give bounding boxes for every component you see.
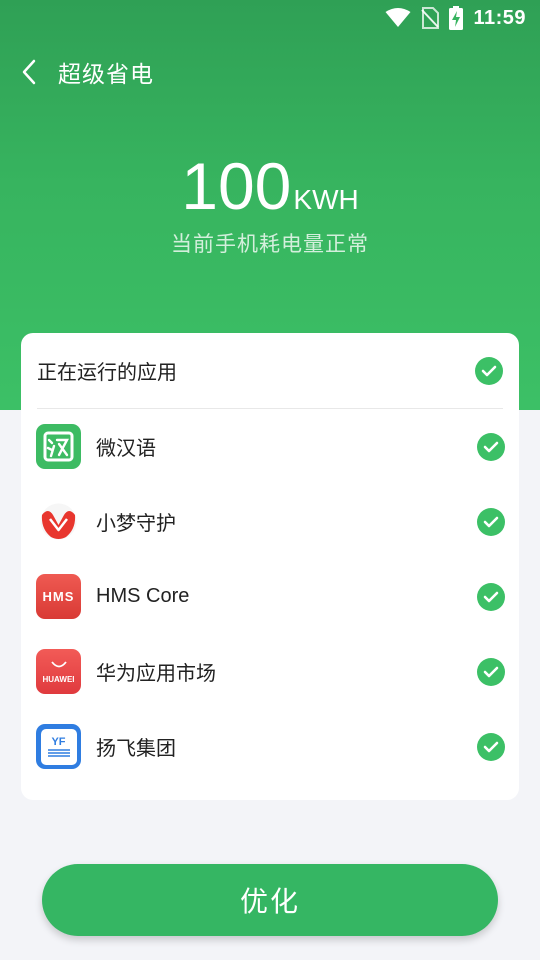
app-name: 微汉语	[96, 438, 156, 460]
no-sim-icon	[421, 7, 440, 29]
status-time: 11:59	[473, 6, 526, 29]
app-row[interactable]: YF 扬飞集团	[36, 709, 505, 784]
app-row[interactable]: HMS HMS Core	[36, 559, 505, 634]
power-usage: 100KWH	[0, 148, 540, 224]
weihanyu-app-icon	[36, 424, 81, 469]
app-check-icon[interactable]	[477, 582, 505, 611]
app-row[interactable]: 微汉语	[36, 409, 505, 484]
running-apps-card: 正在运行的应用 微汉语 小梦守护 HMS HMS Core HUAWEI 华为应…	[21, 333, 519, 800]
select-all-check-icon[interactable]	[475, 356, 503, 385]
yangfei-app-icon: YF	[36, 724, 81, 769]
wifi-icon	[385, 8, 411, 27]
power-value: 100	[181, 149, 292, 223]
app-name: 扬飞集团	[96, 738, 176, 760]
xiaomeng-app-icon	[36, 499, 81, 544]
status-bar: 11:59	[0, 0, 540, 36]
page-title: 超级省电	[58, 62, 154, 88]
app-check-icon[interactable]	[477, 507, 505, 536]
app-row[interactable]: 小梦守护	[36, 484, 505, 559]
app-row[interactable]: HUAWEI 华为应用市场	[36, 634, 505, 709]
title-bar: 超级省电	[0, 52, 540, 92]
optimize-button[interactable]: 优化	[42, 864, 498, 936]
yangfei-icon-text: YF	[51, 735, 66, 748]
app-name: 华为应用市场	[96, 663, 216, 685]
back-button[interactable]	[0, 52, 58, 92]
app-check-icon[interactable]	[477, 432, 505, 461]
app-check-icon[interactable]	[477, 657, 505, 686]
power-unit: KWH	[293, 184, 359, 215]
app-name: 小梦守护	[96, 513, 176, 535]
huawei-appgallery-icon: HUAWEI	[36, 649, 81, 694]
running-apps-header: 正在运行的应用	[37, 333, 503, 409]
chevron-left-icon	[22, 59, 36, 85]
hms-core-app-icon: HMS	[36, 574, 81, 619]
huawei-icon-text: HUAWEI	[42, 675, 75, 684]
running-apps-label: 正在运行的应用	[37, 360, 177, 384]
battery-charging-icon	[449, 6, 464, 30]
hms-icon-text: HMS	[42, 589, 75, 604]
power-status-text: 当前手机耗电量正常	[171, 232, 369, 256]
app-check-icon[interactable]	[477, 732, 505, 761]
app-name: HMS Core	[96, 585, 190, 607]
